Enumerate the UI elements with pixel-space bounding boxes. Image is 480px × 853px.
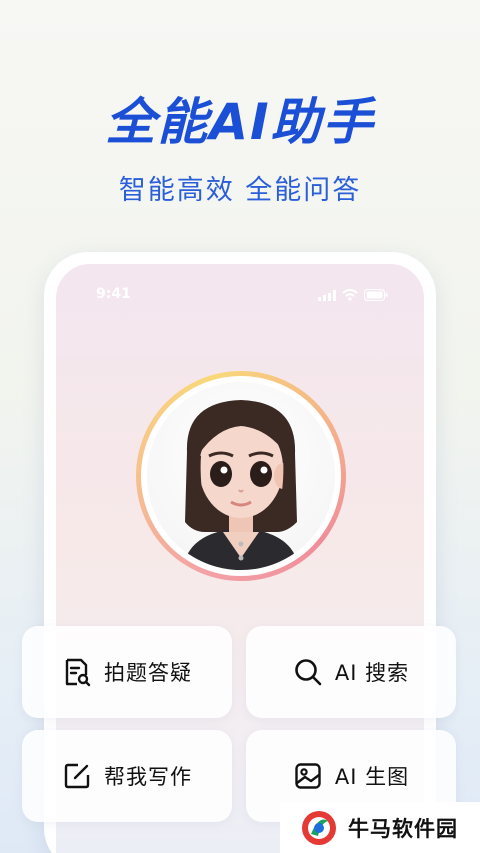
feature-label: 拍题答疑	[104, 661, 192, 685]
watermark-logo-icon	[302, 810, 336, 845]
feature-label: AI 搜索	[334, 661, 410, 685]
feature-card-writing[interactable]: 帮我写作	[22, 730, 232, 822]
watermark: 牛马软件园	[280, 802, 480, 853]
signal-icon	[318, 289, 336, 301]
edit-icon	[64, 763, 90, 789]
ai-assistant-avatar-illustration	[183, 400, 299, 570]
feature-label: 帮我写作	[104, 765, 192, 789]
hero-title: 全能AI助手	[105, 93, 375, 151]
search-icon	[295, 659, 322, 686]
avatar-frame	[141, 376, 341, 576]
battery-icon	[364, 289, 388, 301]
avatar-image	[147, 382, 335, 570]
image-icon	[295, 763, 321, 789]
avatar[interactable]	[136, 371, 346, 581]
hero-subtitle: 智能高效 全能问答	[118, 175, 362, 206]
document-search-icon	[65, 658, 91, 687]
watermark-text: 牛马软件园	[348, 816, 458, 841]
feature-label: AI 生图	[334, 765, 410, 789]
feature-card-ai-search[interactable]: AI 搜索	[246, 626, 456, 718]
feature-card-photo-qa[interactable]: 拍题答疑	[22, 626, 232, 718]
status-bar: 9:41	[56, 286, 424, 306]
status-time: 9:41	[96, 286, 131, 302]
status-icons	[318, 289, 388, 301]
wifi-icon	[342, 289, 358, 301]
